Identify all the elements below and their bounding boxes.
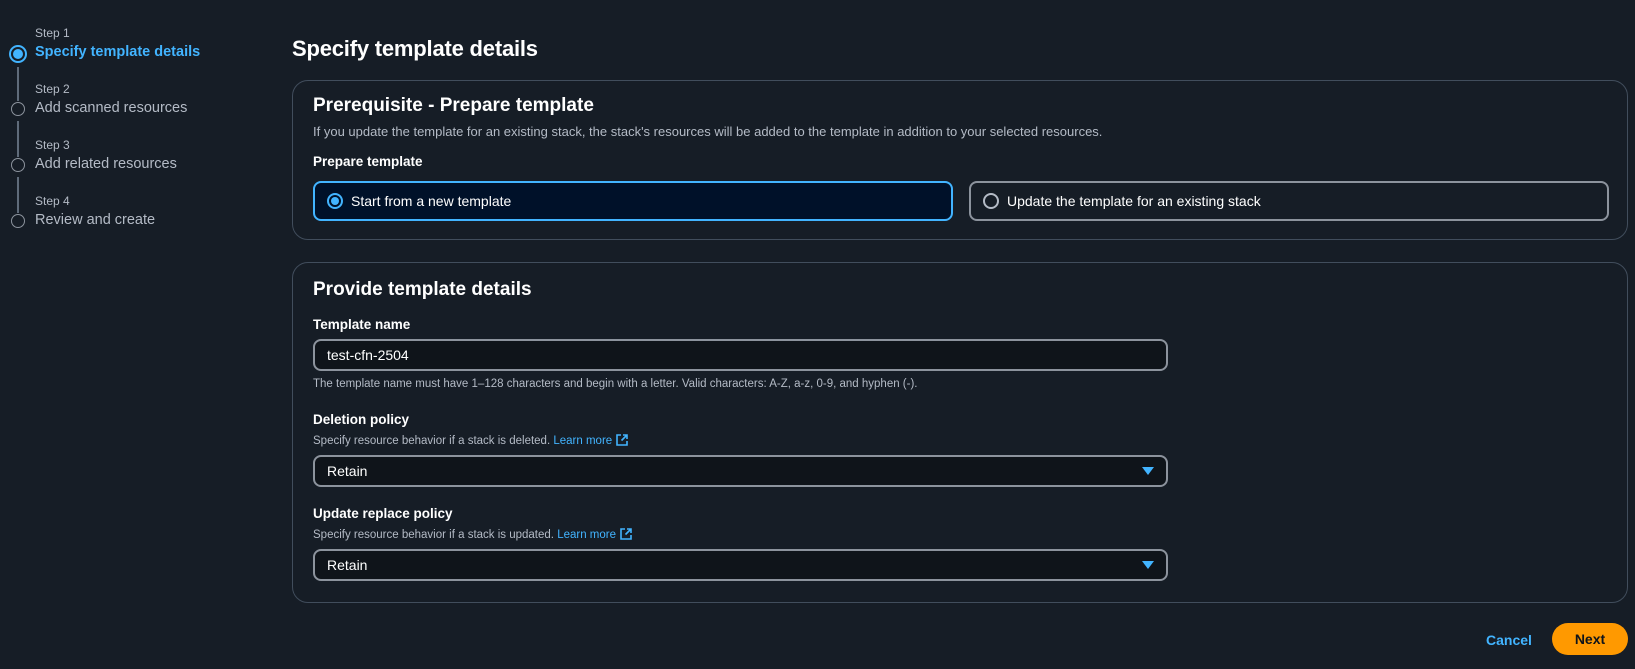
step-number: Step 4 — [35, 194, 70, 208]
template-details-title: Provide template details — [313, 279, 532, 300]
step-indicator-icon — [11, 158, 25, 172]
option-existing-stack[interactable]: Update the template for an existing stac… — [969, 181, 1609, 221]
step-indicator-icon — [11, 102, 25, 116]
update-replace-policy-help-text: Specify resource behavior if a stack is … — [313, 529, 554, 541]
option-label: Start from a new template — [351, 193, 512, 209]
prerequisite-title: Prerequisite - Prepare template — [313, 95, 594, 116]
update-replace-policy-help: Specify resource behavior if a stack is … — [313, 527, 633, 541]
template-details-panel: Provide template details Template name T… — [292, 262, 1628, 603]
deletion-policy-help-text: Specify resource behavior if a stack is … — [313, 435, 551, 447]
step-4[interactable]: Step 4 Review and create — [0, 194, 260, 250]
update-learn-more-link[interactable]: Learn more — [557, 528, 633, 541]
prerequisite-panel: Prerequisite - Prepare template If you u… — [292, 80, 1628, 240]
page-title: Specify template details — [292, 36, 538, 61]
cancel-button[interactable]: Cancel — [1474, 624, 1544, 656]
caret-down-icon — [1142, 467, 1154, 475]
prerequisite-description: If you update the template for an existi… — [313, 124, 1103, 139]
step-title: Specify template details — [35, 44, 201, 60]
update-replace-policy-select[interactable]: Retain — [313, 549, 1168, 581]
step-1[interactable]: Step 1 Specify template details — [0, 26, 260, 82]
update-replace-policy-label: Update replace policy — [313, 506, 453, 521]
wizard-steps: Step 1 Specify template details Step 2 A… — [0, 26, 260, 250]
caret-down-icon — [1142, 561, 1154, 569]
deletion-policy-select[interactable]: Retain — [313, 455, 1168, 487]
option-new-template[interactable]: Start from a new template — [313, 181, 953, 221]
step-title: Add scanned resources — [35, 100, 188, 116]
deletion-policy-help: Specify resource behavior if a stack is … — [313, 433, 629, 447]
template-name-help: The template name must have 1–128 charac… — [313, 378, 918, 390]
step-number: Step 2 — [35, 82, 70, 96]
next-button[interactable]: Next — [1552, 623, 1628, 655]
deletion-policy-label: Deletion policy — [313, 412, 410, 427]
step-3[interactable]: Step 3 Add related resources — [0, 138, 260, 194]
step-active-indicator-icon — [9, 45, 27, 63]
learn-more-text: Learn more — [553, 435, 613, 447]
step-number: Step 3 — [35, 138, 70, 152]
external-link-icon — [616, 434, 628, 446]
step-number: Step 1 — [35, 26, 70, 40]
deletion-policy-value: Retain — [327, 463, 368, 479]
step-title: Review and create — [35, 212, 156, 228]
template-name-label: Template name — [313, 317, 411, 332]
deletion-learn-more-link[interactable]: Learn more — [553, 434, 629, 447]
prepare-template-label: Prepare template — [313, 154, 423, 169]
template-name-input[interactable] — [313, 339, 1168, 371]
radio-selected-icon — [327, 193, 343, 209]
option-label: Update the template for an existing stac… — [1007, 193, 1261, 209]
radio-unselected-icon — [983, 193, 999, 209]
step-2[interactable]: Step 2 Add scanned resources — [0, 82, 260, 138]
update-replace-policy-value: Retain — [327, 557, 368, 573]
step-title: Add related resources — [35, 156, 177, 172]
learn-more-text: Learn more — [557, 529, 617, 541]
step-indicator-icon — [11, 214, 25, 228]
external-link-icon — [620, 528, 632, 540]
